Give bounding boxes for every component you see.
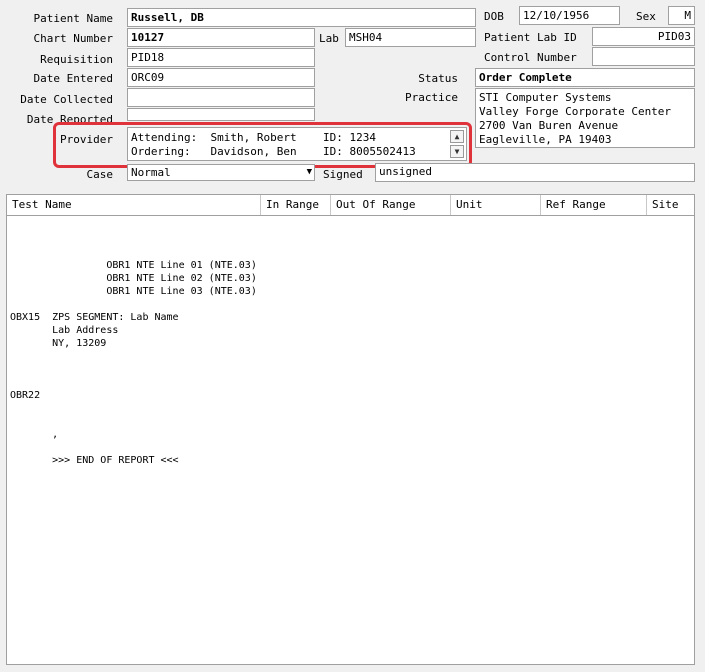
practice-field[interactable]: STI Computer Systems Valley Forge Corpor… bbox=[475, 88, 695, 148]
case-select[interactable]: Normal ▼ bbox=[127, 164, 315, 181]
column-header[interactable]: Site bbox=[647, 195, 696, 215]
provider-attending: Attending: Smith, Robert ID: 1234 bbox=[131, 131, 377, 144]
chevron-down-icon[interactable]: ▼ bbox=[307, 165, 312, 180]
provider-label: Provider bbox=[60, 133, 113, 146]
provider-ordering: Ordering: Davidson, Ben ID: 8005502413 bbox=[131, 145, 416, 158]
chart-number-label: Chart Number bbox=[33, 32, 113, 45]
table-header: Test Name In Range Out Of Range Unit Ref… bbox=[7, 195, 694, 216]
status-field[interactable]: Order Complete bbox=[475, 68, 695, 87]
case-value: Normal bbox=[131, 166, 171, 179]
status-label: Status bbox=[418, 72, 458, 85]
sex-label: Sex bbox=[636, 10, 656, 23]
requisition-label: Requisition bbox=[40, 53, 113, 66]
lab-field[interactable]: MSH04 bbox=[345, 28, 476, 47]
column-header[interactable]: Unit bbox=[451, 195, 541, 215]
practice-label: Practice bbox=[405, 91, 458, 104]
results-panel: Test Name In Range Out Of Range Unit Ref… bbox=[6, 194, 695, 665]
patient-lab-id-field[interactable]: PID03 bbox=[592, 27, 695, 46]
lab-label: Lab bbox=[319, 32, 339, 45]
column-header[interactable]: Test Name bbox=[7, 195, 261, 215]
date-reported-field[interactable] bbox=[127, 108, 315, 121]
scroll-down-button[interactable]: ▼ bbox=[450, 145, 464, 158]
dob-label: DOB bbox=[484, 10, 504, 23]
provider-field[interactable]: Attending: Smith, Robert ID: 1234 Orderi… bbox=[127, 127, 467, 161]
column-header[interactable]: Ref Range bbox=[541, 195, 647, 215]
signed-label: Signed bbox=[323, 168, 363, 181]
report-text: OBR1 NTE Line 01 (NTE.03) OBR1 NTE Line … bbox=[10, 260, 257, 466]
case-label: Case bbox=[86, 168, 114, 181]
signed-field[interactable]: unsigned bbox=[375, 163, 695, 182]
scroll-up-button[interactable]: ▲ bbox=[450, 130, 464, 143]
requisition-field[interactable]: PID18 bbox=[127, 48, 315, 67]
sex-field[interactable]: M bbox=[668, 6, 695, 25]
date-collected-label: Date Collected bbox=[20, 93, 113, 106]
column-header[interactable]: In Range bbox=[261, 195, 331, 215]
patient-name-label: Patient Name bbox=[33, 12, 113, 25]
date-entered-field[interactable]: ORC09 bbox=[127, 68, 315, 87]
column-header[interactable]: Out Of Range bbox=[331, 195, 451, 215]
patient-lab-id-label: Patient Lab ID bbox=[484, 31, 577, 44]
patient-name-field[interactable]: Russell, DB bbox=[127, 8, 476, 27]
signed-value: unsigned bbox=[379, 165, 432, 178]
control-number-field[interactable] bbox=[592, 47, 695, 66]
date-entered-label: Date Entered bbox=[33, 72, 113, 85]
date-collected-field[interactable] bbox=[127, 88, 315, 107]
date-reported-label: Date Reported bbox=[26, 113, 113, 126]
control-number-label: Control Number bbox=[484, 51, 577, 64]
dob-field[interactable]: 12/10/1956 bbox=[519, 6, 620, 25]
chart-number-field[interactable]: 10127 bbox=[127, 28, 315, 47]
